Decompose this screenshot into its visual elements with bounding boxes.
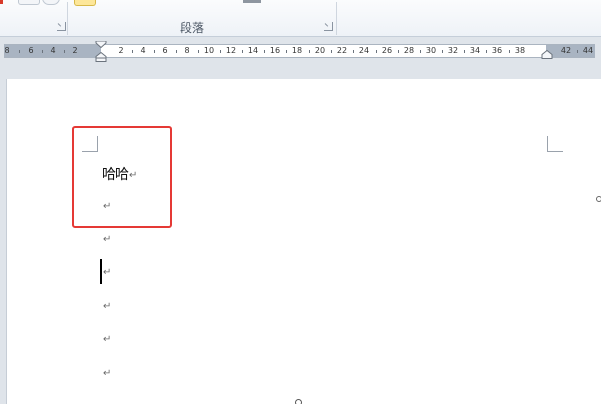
ruler-label: 4 [50, 46, 56, 55]
ruler-tick [42, 50, 43, 53]
paragraph-mark-icon: ↵ [103, 301, 112, 312]
paragraph-mark-icon: ↵ [103, 334, 112, 345]
horizontal-ruler[interactable]: 8 6 4 2 2 4 6 8 10 12 14 16 18 20 22 24 26 28 30 32 34 36 38 42… [4, 41, 595, 62]
ruler-tick [64, 50, 65, 53]
ruler-tick [442, 50, 443, 53]
ruler-label: 42 [560, 46, 572, 55]
paragraph-line[interactable]: ↵ [102, 331, 111, 351]
ruler-tick [176, 50, 177, 53]
ruler-label: 36 [491, 46, 503, 55]
ruler-tick [353, 50, 354, 53]
ruler-label: 2 [118, 46, 124, 55]
paragraph-group-label: 段落 [179, 21, 204, 35]
ruler-label: 30 [425, 46, 437, 55]
highlight-color-button[interactable] [74, 0, 96, 6]
ruler-tick [420, 50, 421, 53]
ruler-label: 32 [447, 46, 459, 55]
ribbon-round-button-edge[interactable] [42, 0, 60, 5]
ruler-label: 8 [4, 46, 10, 55]
paragraph-mark-icon: ↵ [103, 368, 112, 379]
paragraph-line[interactable]: ↵ [102, 231, 111, 251]
ruler-label: 2 [72, 46, 78, 55]
top-right-margin-corner [547, 136, 563, 152]
ruler-label: 26 [381, 46, 393, 55]
ruler-tick [220, 50, 221, 53]
ruler-bar: 8 6 4 2 2 4 6 8 10 12 14 16 18 20 22 24 26 28 30 32 34 36 38 42… [0, 37, 601, 64]
group-separator [67, 2, 68, 35]
ruler-label: 8 [184, 46, 190, 55]
ruler-label: 38 [514, 46, 526, 55]
ruler-tick [464, 50, 465, 53]
paragraph-line[interactable]: ↵ [102, 264, 111, 284]
ruler-label: 44 [582, 46, 594, 55]
ruler-label: 18 [291, 46, 303, 55]
ruler-label: 14 [247, 46, 259, 55]
ruler-tick [286, 50, 287, 53]
ribbon-border-button-edge[interactable] [243, 0, 261, 3]
ruler-label: 10 [203, 46, 215, 55]
ruler-label: 6 [28, 46, 34, 55]
ruler-tick [308, 50, 310, 53]
text-cursor [100, 259, 102, 284]
ribbon-button-edge[interactable] [18, 0, 40, 5]
first-line-indent-marker-icon[interactable] [95, 41, 107, 48]
paragraph-mark-icon: ↵ [103, 234, 112, 245]
ribbon-red-button-edge[interactable] [0, 0, 3, 4]
paragraph-line[interactable]: ↵ [102, 298, 111, 318]
annotation-highlight-box [72, 126, 172, 228]
paragraph-dialog-launcher-icon[interactable] [324, 22, 333, 31]
ruler-tick [486, 50, 487, 53]
ruler-tick [132, 50, 133, 53]
ruler-label: 22 [336, 46, 348, 55]
ruler-tick [375, 50, 377, 53]
paragraph-mark-icon: ↵ [103, 267, 112, 278]
ruler-tick [154, 50, 155, 53]
ruler-tick [398, 50, 399, 53]
ruler-tick [508, 50, 510, 53]
ruler-label: 4 [140, 46, 146, 55]
group-separator [336, 2, 337, 35]
ruler-label: 28 [403, 46, 415, 55]
ruler-tick [19, 50, 20, 53]
font-dialog-launcher-icon[interactable] [57, 22, 66, 31]
hanging-indent-marker-icon[interactable] [95, 52, 107, 62]
right-resize-handle[interactable] [596, 196, 601, 202]
right-indent-marker-icon[interactable] [541, 50, 553, 59]
ruler-tick [242, 50, 243, 53]
ruler-label: 20 [314, 46, 326, 55]
ruler-label: 34 [469, 46, 481, 55]
ruler-label: 24 [358, 46, 370, 55]
ruler-tick [577, 50, 578, 53]
ruler-tick [264, 50, 265, 53]
ribbon: 段落 [0, 0, 601, 37]
paragraph-line[interactable]: ↵ [102, 365, 111, 385]
ruler-label: 16 [269, 46, 281, 55]
ruler-label: 12 [225, 46, 237, 55]
ruler-label: 6 [162, 46, 168, 55]
ruler-tick [331, 50, 332, 53]
bottom-resize-handle[interactable] [295, 399, 302, 404]
ruler-tick [198, 50, 199, 53]
